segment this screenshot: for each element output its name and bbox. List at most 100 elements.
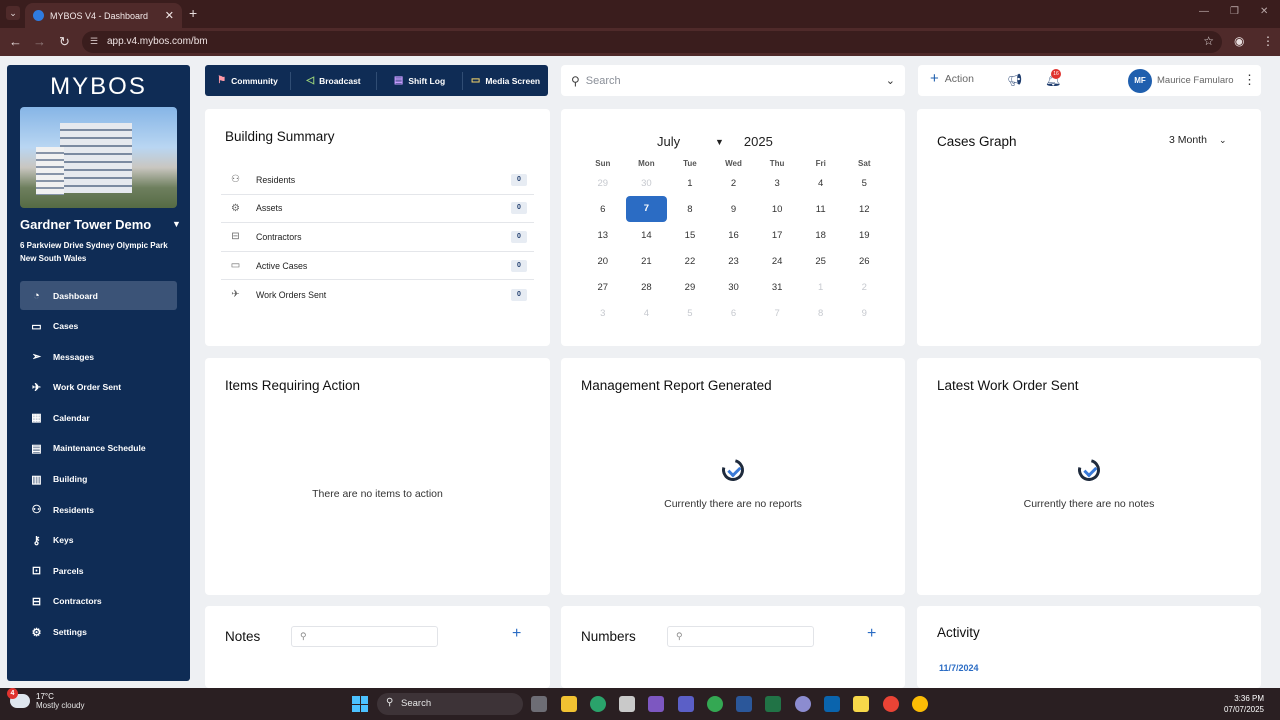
windows-start-icon[interactable] [352, 696, 368, 712]
reload-icon[interactable]: ↻ [59, 34, 70, 50]
calendar-day[interactable]: 15 [668, 230, 712, 241]
sticky-notes-icon[interactable] [853, 696, 869, 712]
weather-widget[interactable]: 4 17°C Mostly cloudy [7, 688, 84, 710]
tab-broadcast[interactable]: ◁ Broadcast [291, 71, 377, 90]
calendar-day[interactable]: 9 [842, 308, 886, 319]
taskbar-search[interactable]: ⚲ Search [377, 693, 523, 715]
summary-row-residents[interactable]: ⚇ Residents 0 [221, 166, 534, 195]
url-field[interactable]: ☰ app.v4.mybos.com/bm ☆ [82, 31, 1222, 53]
summary-row-active-cases[interactable]: ▭ Active Cases 0 [221, 252, 534, 281]
browser-menu-icon[interactable]: ⋮ [1262, 34, 1274, 48]
close-tab-icon[interactable]: ✕ [165, 9, 174, 22]
calendar-day[interactable]: 8 [799, 308, 843, 319]
calendar-day[interactable]: 13 [581, 230, 625, 241]
year-label[interactable]: 2025 [744, 134, 773, 149]
summary-row-contractors[interactable]: ⊟ Contractors 0 [221, 223, 534, 252]
minimize-icon[interactable]: — [1199, 6, 1209, 17]
calendar-day[interactable]: 4 [799, 178, 843, 189]
numbers-search-input[interactable]: ⚲ [667, 626, 814, 647]
calendar-day[interactable]: 6 [712, 308, 756, 319]
global-search[interactable]: ⚲ Search ⌄ [561, 65, 905, 96]
profile-icon[interactable]: ◉ [1234, 34, 1244, 48]
back-icon[interactable]: ← [9, 34, 22, 49]
calendar-day[interactable]: 12 [842, 204, 886, 215]
calendar-day[interactable]: 30 [712, 282, 756, 293]
building-name[interactable]: Gardner Tower Demo [20, 217, 151, 232]
close-window-icon[interactable]: ✕ [1260, 6, 1268, 17]
calendar-day[interactable]: 6 [581, 204, 625, 215]
calendar-day[interactable]: 31 [755, 282, 799, 293]
sidebar-item-dashboard[interactable]: ◔ Dashboard [20, 281, 177, 310]
restore-icon[interactable]: ❐ [1230, 6, 1239, 17]
mybos-logo[interactable]: MYBOS [7, 73, 190, 101]
chevron-down-icon[interactable]: ▼ [715, 137, 724, 147]
calendar-day[interactable]: 21 [625, 256, 669, 267]
sidebar-item-parcels[interactable]: ⊡ Parcels [20, 556, 177, 585]
summary-row-work-orders-sent[interactable]: ✈ Work Orders Sent 0 [221, 280, 534, 309]
calendar-day[interactable]: 14 [625, 230, 669, 241]
tab-shift-log[interactable]: ▤ Shift Log [377, 71, 463, 90]
site-info-icon[interactable]: ☰ [90, 36, 98, 47]
add-number-button[interactable]: + [867, 625, 876, 643]
calendar-day[interactable]: 19 [842, 230, 886, 241]
tab-community[interactable]: ⚑ Community [205, 71, 291, 90]
calendar-day[interactable]: 2 [712, 178, 756, 189]
calendar-day[interactable]: 27 [581, 282, 625, 293]
sidebar-item-building[interactable]: ▥ Building [20, 465, 177, 494]
teams-icon[interactable] [678, 696, 694, 712]
calendar-day[interactable]: 2 [842, 282, 886, 293]
calendar-day[interactable]: 5 [842, 178, 886, 189]
sidebar-item-calendar[interactable]: ▦ Calendar [20, 403, 177, 432]
calendar-day[interactable]: 11 [799, 204, 843, 215]
calendar-day[interactable]: 7 [755, 308, 799, 319]
calendar-day[interactable]: 3 [581, 308, 625, 319]
chrome-icon[interactable] [707, 696, 723, 712]
calendar-day[interactable]: 20 [581, 256, 625, 267]
user-name[interactable]: Maurice Famularo [1157, 75, 1234, 86]
sidebar-item-residents[interactable]: ⚇ Residents [20, 495, 177, 524]
outlook-icon[interactable] [824, 696, 840, 712]
sidebar-item-cases[interactable]: ▭ Cases [20, 312, 177, 341]
range-select[interactable]: 3 Month ⌄ [1169, 134, 1227, 146]
sidebar-item-settings[interactable]: ⚙ Settings [20, 618, 177, 647]
sidebar-item-keys[interactable]: ⚷ Keys [20, 526, 177, 555]
summary-row-assets[interactable]: ⚙ Assets 0 [221, 195, 534, 224]
calendar-day[interactable]: 28 [625, 282, 669, 293]
calendar-day[interactable]: 5 [668, 308, 712, 319]
app-icon[interactable] [795, 696, 811, 712]
system-clock[interactable]: 3:36 PM 07/07/2025 [1224, 693, 1264, 715]
browser-tab[interactable]: MYBOS V4 - Dashboard ✕ [25, 3, 182, 28]
file-explorer-icon[interactable] [561, 696, 577, 712]
calendar-day[interactable]: 17 [755, 230, 799, 241]
tab-search-button[interactable]: ⌄ [6, 6, 20, 20]
bookmark-star-icon[interactable]: ☆ [1203, 34, 1214, 48]
more-options-icon[interactable]: ⋮ [1243, 72, 1256, 88]
tab-media-screen[interactable]: ▭ Media Screen [463, 72, 548, 90]
building-dropdown-icon[interactable]: ▼ [172, 219, 181, 229]
calendar-day[interactable]: 8 [668, 204, 712, 215]
task-view-icon[interactable] [531, 696, 547, 712]
calendar-day[interactable]: 24 [755, 256, 799, 267]
chevron-down-icon[interactable]: ⌄ [886, 74, 895, 87]
forward-icon[interactable]: → [33, 34, 46, 49]
calendar-day[interactable]: 10 [755, 204, 799, 215]
month-select[interactable]: July [657, 134, 715, 149]
calendar-day[interactable]: 7 [626, 196, 667, 222]
calendar-day[interactable]: 26 [842, 256, 886, 267]
m365-icon[interactable] [648, 696, 664, 712]
new-tab-button[interactable]: + [189, 5, 197, 21]
announcement-icon[interactable]: 📢︎ [1007, 73, 1022, 87]
calendar-day[interactable]: 9 [712, 204, 756, 215]
avatar[interactable]: MF [1128, 69, 1152, 93]
calendar-day[interactable]: 22 [668, 256, 712, 267]
sidebar-item-messages[interactable]: ➢ Messages [20, 342, 177, 371]
calendar-day[interactable]: 16 [712, 230, 756, 241]
word-icon[interactable] [736, 696, 752, 712]
calendar-day[interactable]: 25 [799, 256, 843, 267]
edge-icon[interactable] [590, 696, 606, 712]
search-input[interactable]: Search [586, 75, 621, 87]
store-icon[interactable] [619, 696, 635, 712]
sidebar-item-contractors[interactable]: ⊟ Contractors [20, 587, 177, 616]
excel-icon[interactable] [765, 696, 781, 712]
chrome-profile-2-icon[interactable] [912, 696, 928, 712]
